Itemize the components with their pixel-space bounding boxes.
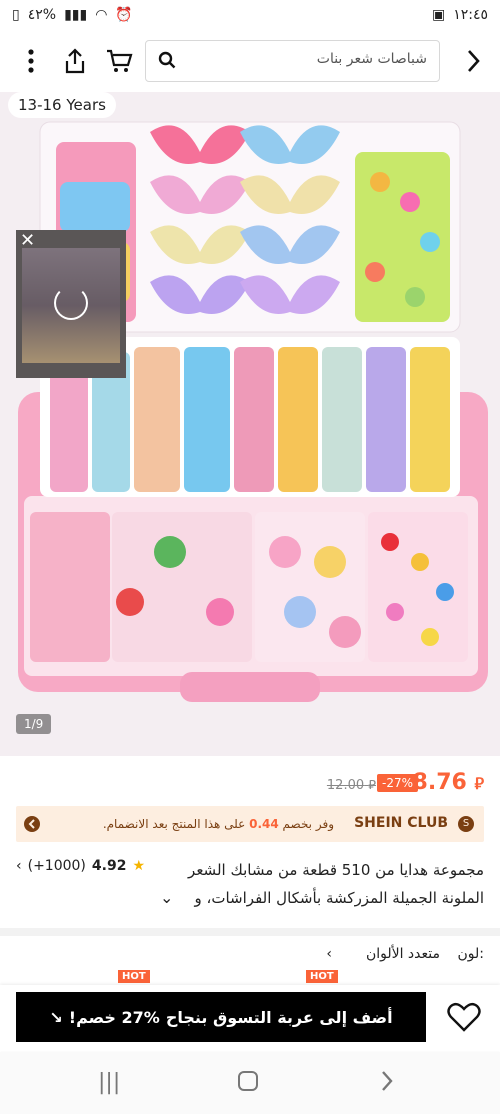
product-title[interactable]: مجموعة هدايا من 510 قطعة من مشابك الشعر … <box>174 856 484 912</box>
share-icon[interactable] <box>58 44 92 78</box>
color-label: لون: <box>457 946 485 962</box>
loading-spinner-icon <box>54 286 88 320</box>
signal-icon: ▮▮▮ <box>64 7 88 23</box>
age-badge[interactable]: 13-16 Years <box>8 92 116 118</box>
discount-badge: -27% <box>376 774 418 792</box>
battery-icon: ▯ <box>12 7 20 23</box>
close-icon[interactable]: ✕ <box>20 230 35 251</box>
club-label: SHEIN CLUB <box>354 815 448 831</box>
color-value: متعدد الألوان <box>365 946 440 962</box>
hot-badge: HOT <box>118 970 150 983</box>
back-nav-icon[interactable] <box>380 1070 394 1098</box>
review-count: (+1000) <box>27 858 86 874</box>
more-menu-icon[interactable] <box>14 44 48 78</box>
status-right: ▣ ١٢:٤٥ <box>432 7 488 23</box>
club-logo-icon: S <box>458 816 474 832</box>
product-photo <box>0 92 500 756</box>
rating-summary[interactable]: ‹ (+1000) 4.92 ★ <box>16 858 145 874</box>
star-icon: ★ <box>132 858 146 874</box>
image-page-counter: 1/9 <box>16 714 52 734</box>
video-preview[interactable]: ✕ <box>16 230 126 378</box>
search-placeholder: شباصات شعر بنات <box>316 51 427 67</box>
currency-icon: ⃁ <box>474 774 484 793</box>
cart-icon[interactable] <box>102 44 136 78</box>
home-icon[interactable] <box>237 1070 259 1098</box>
recent-apps-icon[interactable]: ||| <box>98 1070 120 1095</box>
cart-label: أضف إلى عربة التسوق بنجاح <box>165 1007 393 1027</box>
battery-text: ٤٢% <box>27 7 57 23</box>
image-notification-icon: ▣ <box>431 7 446 23</box>
search-bar[interactable]: شباصات شعر بنات <box>145 40 440 82</box>
add-to-cart-button[interactable]: أضف إلى عربة التسوق بنجاح 27% خصم! ↘ <box>16 992 426 1042</box>
trend-icon: ↘ <box>49 1007 63 1027</box>
current-price: 8.76 ⃁ <box>412 770 484 795</box>
wishlist-heart-icon[interactable] <box>444 997 484 1037</box>
status-bar: ▯ ٤٢% ▮▮▮ ◠ ⏰ ▣ ١٢:٤٥ <box>0 0 500 32</box>
system-nav-bar: ||| <box>0 1052 500 1114</box>
section-divider <box>0 928 500 936</box>
back-icon[interactable] <box>456 44 490 78</box>
clock: ١٢:٤٥ <box>453 7 488 23</box>
original-price: 12.00 ⃁ <box>326 778 376 793</box>
chevron-down-icon[interactable]: ⌄ <box>160 888 173 907</box>
price-row: 8.76 ⃁ -27% 12.00 ⃁ <box>0 760 500 806</box>
product-info: مجموعة هدايا من 510 قطعة من مشابك الشعر … <box>0 852 500 918</box>
bottom-action-bar: أضف إلى عربة التسوق بنجاح 27% خصم! ↘ <box>0 985 500 1051</box>
chevron-left-icon[interactable] <box>24 816 40 832</box>
chevron-left-icon[interactable]: ‹ <box>16 858 22 874</box>
promo-label: 27% خصم! <box>68 1007 160 1027</box>
chevron-left-icon[interactable]: ‹ <box>326 946 332 962</box>
rating-value: 4.92 <box>91 858 127 874</box>
alarm-icon: ⏰ <box>115 7 133 23</box>
shein-club-banner[interactable]: S SHEIN CLUB وفر بخصم 0.44 على هذا المنت… <box>16 806 484 842</box>
color-selector[interactable]: لون: متعدد الألوان ‹ <box>0 940 500 970</box>
club-description: وفر بخصم 0.44 على هذا المنتج بعد الانضما… <box>102 817 334 831</box>
hot-badge: HOT <box>306 970 338 983</box>
wifi-icon: ◠ <box>95 7 108 23</box>
product-image[interactable]: 13-16 Years ✕ 1/9 <box>0 92 500 756</box>
search-icon[interactable] <box>158 51 176 69</box>
top-bar: شباصات شعر بنات <box>0 32 500 92</box>
status-left: ▯ ٤٢% ▮▮▮ ◠ ⏰ <box>12 7 133 23</box>
